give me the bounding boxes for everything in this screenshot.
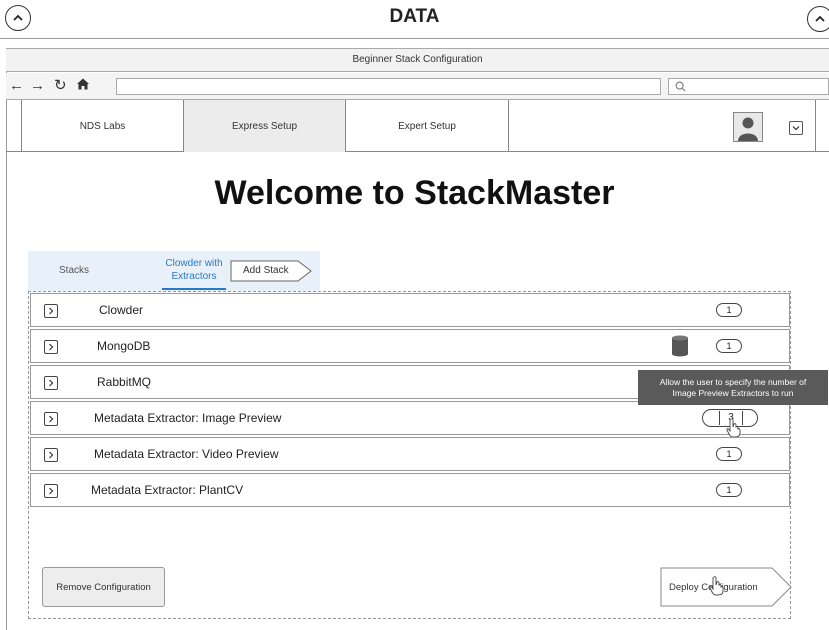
database-icon [672, 335, 688, 357]
expand-toggle[interactable] [44, 376, 58, 390]
increment-button[interactable] [741, 410, 757, 426]
chevron-right-icon [49, 379, 54, 387]
app-nav-bar: NDS Labs Express Setup Expert Setup [6, 100, 829, 152]
hand-cursor-icon [709, 576, 724, 596]
chevron-right-icon [49, 307, 54, 315]
collapse-right-button[interactable] [807, 6, 829, 32]
tab-user-area [509, 100, 816, 152]
expand-toggle[interactable] [44, 304, 58, 318]
instance-count[interactable]: 1 [716, 339, 742, 353]
user-icon [738, 117, 758, 141]
tab-nds-labs[interactable]: NDS Labs [21, 100, 184, 152]
url-input[interactable] [116, 78, 661, 95]
service-name: Metadata Extractor: PlantCV [91, 483, 244, 497]
search-icon [675, 81, 686, 92]
expand-toggle[interactable] [44, 448, 58, 462]
chevron-right-icon [49, 415, 54, 423]
page-title: Welcome to StackMaster [214, 174, 615, 212]
expand-toggle[interactable] [44, 412, 58, 426]
instance-count[interactable]: 1 [716, 447, 742, 461]
service-row-video-preview: Metadata Extractor: Video Preview 1 [30, 437, 790, 471]
tab-stacks[interactable]: Stacks [59, 265, 89, 276]
tab-expert-setup[interactable]: Expert Setup [346, 100, 509, 152]
browser-navbar: ← → ↻ [6, 73, 829, 100]
service-name: MongoDB [97, 339, 151, 353]
window-titlebar: Beginner Stack Configuration [6, 48, 829, 72]
decrement-button[interactable] [703, 410, 719, 426]
service-name: Clowder [99, 303, 144, 317]
chevron-down-icon [792, 126, 800, 131]
service-name: Metadata Extractor: Image Preview [94, 411, 282, 425]
chevron-right-icon [49, 487, 54, 495]
forward-arrow-icon[interactable]: → [30, 76, 45, 96]
remove-configuration-button[interactable]: Remove Configuration [42, 567, 165, 607]
reload-icon[interactable]: ↻ [54, 76, 67, 96]
service-row-image-preview: Metadata Extractor: Image Preview 3 [30, 401, 790, 438]
hand-cursor-icon [726, 418, 741, 438]
back-arrow-icon[interactable]: ← [9, 76, 24, 96]
service-name: RabbitMQ [97, 375, 152, 389]
chevron-up-icon [815, 15, 825, 22]
chevron-right-icon [49, 451, 54, 459]
avatar[interactable] [733, 112, 763, 142]
service-row-mongodb: MongoDB 1 [30, 329, 790, 363]
active-tab-indicator [162, 288, 226, 290]
instance-count[interactable]: 1 [716, 483, 742, 497]
instance-count[interactable]: 1 [716, 303, 742, 317]
home-icon[interactable] [76, 77, 90, 97]
add-stack-label: Add Stack [243, 265, 289, 276]
tooltip-line2: Image Preview Extractors to run [672, 388, 794, 398]
service-name: Metadata Extractor: Video Preview [94, 447, 279, 461]
page-header-title: DATA [389, 6, 440, 27]
tooltip-line1: Allow the user to specify the number of [659, 377, 807, 387]
user-menu-dropdown[interactable] [789, 121, 803, 135]
expand-toggle[interactable] [44, 340, 58, 354]
service-row-plantcv: Metadata Extractor: PlantCV 1 [30, 473, 790, 507]
add-stack-button[interactable]: Add Stack [230, 260, 312, 282]
service-row-clowder: Clowder 1 [30, 293, 790, 327]
tab-express-setup[interactable]: Express Setup [184, 100, 346, 152]
tooltip: Allow the user to specify the number of … [638, 370, 828, 405]
search-input[interactable] [668, 78, 829, 95]
expand-toggle[interactable] [44, 484, 58, 498]
header-divider [0, 38, 829, 39]
chevron-right-icon [49, 343, 54, 351]
